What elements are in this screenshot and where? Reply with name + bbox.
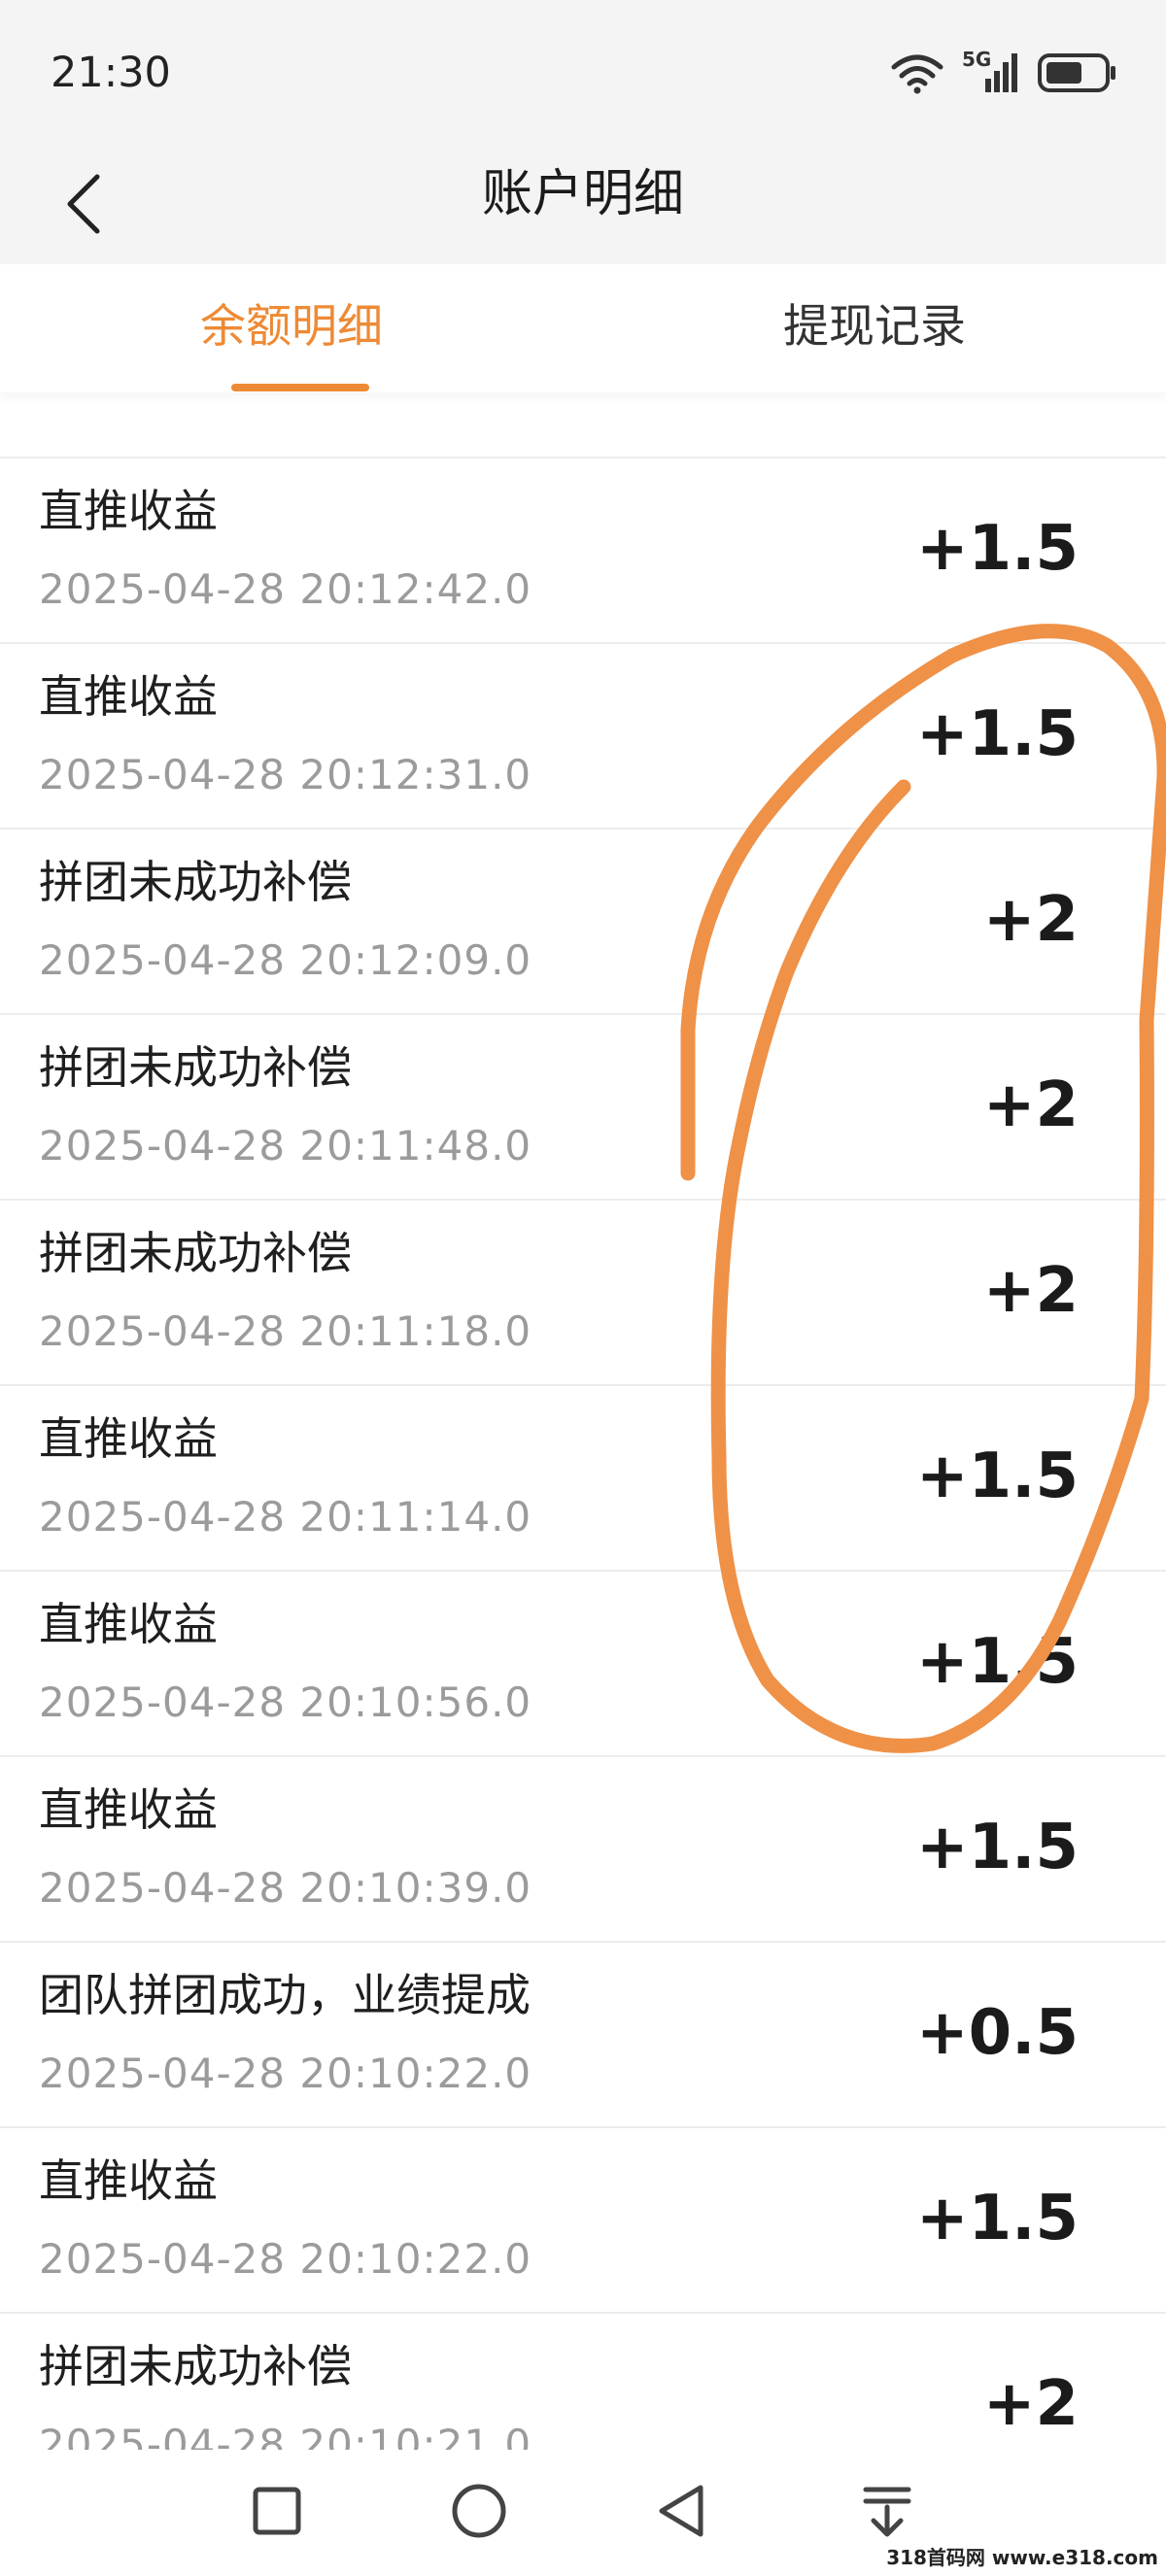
record-time: 2025-04-28 20:10:22.0 [39,2235,532,2283]
status-icons: 5G [890,47,1117,99]
record-title: 拼团未成功补偿 [39,856,352,908]
system-nav-bar: 318首码网 www.e318.com [0,2450,1166,2576]
back-triangle-icon [659,2485,703,2537]
record-amount: +1.5 [916,1441,1079,1512]
record-amount: +1.5 [916,698,1079,770]
active-tab-indicator [231,384,369,391]
record-title: 直推收益 [39,485,218,537]
record-time: 2025-04-28 20:10:22.0 [39,2050,532,2097]
status-bar: 21:30 5G [0,0,1166,146]
record-row: 直推收益 2025-04-28 20:11:14.0 +1.5 [0,1384,1166,1570]
back-button[interactable] [45,165,122,243]
record-list: 直推收益 2025-04-28 20:12:42.0 +1.5 直推收益 2025-04… [0,457,1166,2450]
page-title: 账户明细 [481,165,684,223]
record-title: 团队拼团成功，业绩提成 [39,1969,531,2021]
record-title: 直推收益 [39,1598,218,1650]
record-title: 拼团未成功补偿 [39,1041,352,1094]
record-amount: +1.5 [916,1626,1079,1698]
home-button[interactable] [435,2467,523,2555]
recents-square-icon [253,2487,301,2535]
record-amount: +1.5 [916,1812,1079,1883]
record-row: 拼团未成功补偿 2025-04-28 20:10:21.0 +2 [0,2312,1166,2450]
record-time: 2025-04-28 20:11:14.0 [39,1493,532,1541]
record-amount: +0.5 [916,1997,1079,2069]
record-row: 直推收益 2025-04-28 20:10:22.0 +1.5 [0,2126,1166,2312]
record-title: 拼团未成功补偿 [39,1227,352,1279]
record-time: 2025-04-28 20:11:18.0 [39,1307,532,1355]
watermark: 318首码网 www.e318.com [886,2546,1158,2569]
tab-withdraw-records[interactable]: 提现记录 [583,264,1166,392]
record-row: 直推收益 2025-04-28 20:12:31.0 +1.5 [0,642,1166,828]
record-title: 拼团未成功补偿 [39,2340,352,2392]
record-amount: +2 [982,1069,1079,1141]
app-header: 账户明细 [0,146,1166,264]
record-title: 直推收益 [39,1412,218,1465]
chevron-left-icon [67,174,100,234]
record-row: 团队拼团成功，业绩提成 2025-04-28 20:10:22.0 +0.5 [0,1941,1166,2126]
record-amount: +2 [982,1255,1079,1327]
wifi-icon [891,54,943,94]
record-row: 拼团未成功补偿 2025-04-28 20:11:18.0 +2 [0,1199,1166,1384]
signal-icon: 5G [962,48,1020,96]
record-time: 2025-04-28 20:10:56.0 [39,1678,532,1726]
record-time: 2025-04-28 20:12:31.0 [39,751,532,798]
battery-icon [1038,53,1115,92]
record-amount: +2 [982,2368,1079,2440]
record-amount: +2 [982,884,1079,956]
record-time: 2025-04-28 20:10:21.0 [39,2421,532,2450]
record-amount: +1.5 [916,2183,1079,2254]
record-row: 直推收益 2025-04-28 20:10:56.0 +1.5 [0,1570,1166,1755]
record-time: 2025-04-28 20:12:09.0 [39,936,532,984]
record-list-viewport[interactable]: 直推收益 2025-04-28 20:12:42.0 +1.5 直推收益 2025-04… [0,457,1166,2450]
record-time: 2025-04-28 20:10:39.0 [39,1864,532,1912]
record-title: 直推收益 [39,670,218,723]
home-circle-icon [452,2484,506,2538]
tab-balance-detail[interactable]: 余额明细 [0,264,583,392]
record-row: 直推收益 2025-04-28 20:10:39.0 +1.5 [0,1755,1166,1941]
record-title: 直推收益 [39,2154,218,2207]
record-row: 拼团未成功补偿 2025-04-28 20:12:09.0 +2 [0,828,1166,1013]
record-row: 直推收益 2025-04-28 20:12:42.0 +1.5 [0,457,1166,642]
back-nav-button[interactable] [637,2467,725,2555]
record-title: 直推收益 [39,1783,218,1836]
record-row: 拼团未成功补偿 2025-04-28 20:11:48.0 +2 [0,1013,1166,1199]
tab-bar: 余额明细 提现记录 [0,264,1166,392]
record-time: 2025-04-28 20:12:42.0 [39,565,532,613]
record-amount: +1.5 [916,513,1079,585]
status-time: 21:30 [51,49,171,97]
pull-down-icon [863,2487,911,2537]
record-time: 2025-04-28 20:11:48.0 [39,1122,532,1169]
recents-button[interactable] [233,2467,321,2555]
